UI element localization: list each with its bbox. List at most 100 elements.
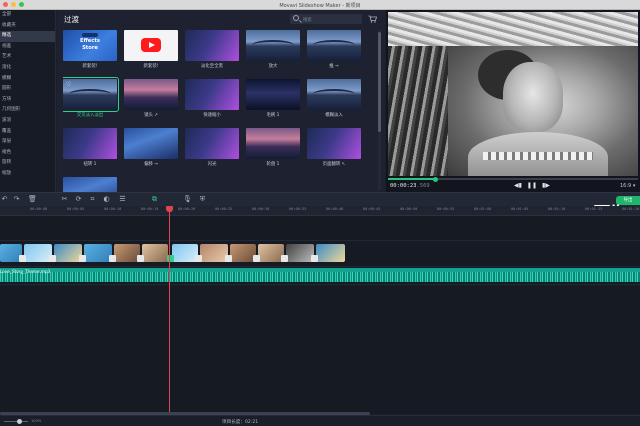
transition-tile[interactable]: 快速缩小: [185, 79, 239, 122]
playhead-handle[interactable]: [166, 206, 173, 212]
ruler-tick-label: 00:00:15: [141, 207, 159, 211]
store-cart-icon[interactable]: [368, 15, 377, 23]
sidebar-item[interactable]: 模糊: [0, 74, 55, 85]
redo-icon[interactable]: ↷: [12, 195, 21, 204]
transition-tile[interactable]: 偏移 →: [124, 128, 178, 171]
track-separator: [0, 240, 640, 241]
transition-marker[interactable]: [79, 255, 86, 262]
favorite-heart-icon[interactable]: ♡: [66, 81, 71, 88]
timeline-ruler[interactable]: 00:00:00 00:00:05 00:00:10 00:00:15 00:00:20…: [0, 206, 640, 216]
search-placeholder: 搜索: [303, 17, 312, 23]
transition-label: 轮盘 1: [266, 162, 280, 167]
transition-marker[interactable]: [137, 255, 144, 262]
transition-wizard-icon[interactable]: ⧉: [150, 195, 159, 204]
video-clip[interactable]: [316, 244, 345, 262]
transition-marker[interactable]: [253, 255, 260, 262]
track-separator: [0, 266, 640, 267]
transition-marker[interactable]: [281, 255, 288, 262]
zoom-label: 100%: [31, 419, 42, 423]
transition-tile[interactable]: 轮盘 1: [246, 128, 300, 171]
sidebar-item[interactable]: 渐层: [0, 137, 55, 148]
transition-marker[interactable]: [109, 255, 116, 262]
transition-thumbnail: [63, 128, 117, 159]
sidebar-item[interactable]: 艺术: [0, 52, 55, 63]
sidebar-item[interactable]: 视差: [0, 42, 55, 53]
ruler-tick-label: 00:00:25: [215, 207, 233, 211]
transition-label: 偏移 →: [144, 162, 158, 167]
video-clip[interactable]: [24, 244, 52, 262]
transition-tile[interactable]: Effects Store 新套装!: [63, 30, 117, 73]
sidebar-item[interactable]: 褪色: [0, 148, 55, 159]
aspect-ratio-select[interactable]: 16:9 ▾: [620, 183, 635, 189]
sidebar-item[interactable]: 精选: [0, 31, 55, 42]
audio-clip[interactable]: Love_Story_Theme.mp3: [0, 268, 640, 282]
zoom-slider-knob[interactable]: [17, 419, 22, 424]
timeline: Love_Story_Theme.mp3: [0, 216, 640, 414]
sidebar-item[interactable]: 方块: [0, 95, 55, 106]
sidebar-item[interactable]: 全部: [0, 10, 55, 21]
crop-icon[interactable]: ⌗: [88, 195, 97, 204]
sidebar-item[interactable]: 溶化: [0, 63, 55, 74]
transition-tile[interactable]: 淡化至全黑: [185, 30, 239, 73]
playback-progress-knob[interactable]: [433, 176, 438, 182]
search-icon: [293, 15, 299, 21]
video-subject-face: [503, 62, 563, 132]
color-adjust-icon[interactable]: ◐: [102, 195, 111, 204]
transition-thumbnail: [307, 79, 361, 110]
transition-tile[interactable]: 模糊淡入: [307, 79, 361, 122]
transition-marker[interactable]: [19, 255, 26, 262]
video-clip[interactable]: [54, 244, 82, 262]
transition-marker[interactable]: [195, 255, 202, 262]
transition-label: 新套装!: [82, 64, 98, 69]
transition-tile[interactable]: 推 →: [307, 30, 361, 73]
protect-icon[interactable]: ⛨: [198, 195, 207, 204]
ruler-tick-label: 00:01:00: [474, 207, 492, 211]
previous-frame-icon[interactable]: ◀▮: [514, 182, 522, 189]
undo-icon[interactable]: ↶: [0, 195, 9, 204]
panel-title: 过渡: [64, 15, 79, 24]
transition-label: 镜头 ↗: [144, 113, 158, 118]
transition-tile[interactable]: 放大: [246, 30, 300, 73]
next-frame-icon[interactable]: ▮▶: [542, 182, 550, 189]
store-text-1: Effects: [80, 38, 100, 44]
ruler-tick-label: 00:00:00: [30, 207, 48, 211]
video-subject-ruffle: [483, 152, 593, 160]
sidebar-item[interactable]: 圆形: [0, 84, 55, 95]
transition-marker[interactable]: [49, 255, 56, 262]
video-clip[interactable]: [84, 244, 112, 262]
transition-tile[interactable]: 新套装!: [124, 30, 178, 73]
transitions-panel: 过渡 搜索 Effects Store 新套装! 新套装! 淡化至全黑 放大 推 → ♡ 交叉淡…: [57, 10, 385, 192]
video-clip[interactable]: [286, 244, 314, 262]
zoom-slider[interactable]: [4, 421, 28, 422]
sidebar-item[interactable]: 收藏夹: [0, 21, 55, 32]
transition-tile[interactable]: 毛刷 1: [246, 79, 300, 122]
ruler-tick-label: 00:00:30: [252, 207, 270, 211]
transition-tile[interactable]: 镜头 ↗: [124, 79, 178, 122]
delete-icon[interactable]: 🗑: [28, 195, 37, 204]
transition-tile[interactable]: ♡ 交叉淡入淡出: [63, 77, 119, 122]
sidebar-item[interactable]: 几何图形: [0, 105, 55, 116]
sidebar-item[interactable]: 旋转: [0, 158, 55, 169]
sidebar-item[interactable]: 覆盖: [0, 127, 55, 138]
video-clip[interactable]: [142, 244, 168, 262]
playhead-line[interactable]: [169, 206, 170, 414]
transition-tile[interactable]: 闪光: [185, 128, 239, 171]
sidebar-item[interactable]: 波浪: [0, 116, 55, 127]
transition-tile[interactable]: 扭转 1: [63, 128, 117, 171]
rotate-icon[interactable]: ⟳: [74, 195, 83, 204]
playback-progress-bar[interactable]: [388, 176, 638, 182]
transition-marker[interactable]: [225, 255, 232, 262]
record-voice-icon[interactable]: 🎙: [183, 195, 192, 204]
preview-video[interactable]: [388, 12, 638, 176]
cut-icon[interactable]: ✂: [60, 195, 69, 204]
panel-scrollbar-thumb[interactable]: [378, 32, 381, 132]
pause-icon[interactable]: ❚❚: [527, 182, 537, 189]
transition-tile[interactable]: [63, 177, 117, 192]
sidebar-item[interactable]: 缩放: [0, 169, 55, 180]
clip-properties-icon[interactable]: ☰: [118, 195, 127, 204]
transition-tile[interactable]: 页面翻转 ↖: [307, 128, 361, 171]
video-clip[interactable]: [200, 244, 228, 262]
search-input[interactable]: 搜索: [290, 14, 362, 24]
store-badge: [82, 33, 98, 37]
transition-marker[interactable]: [311, 255, 318, 262]
